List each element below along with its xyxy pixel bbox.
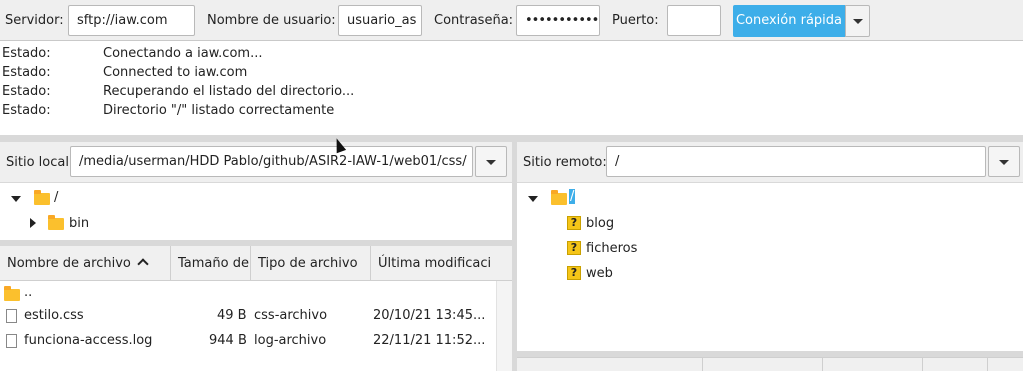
file-type: log-archivo: [254, 333, 327, 348]
tree-node-label: /: [54, 190, 59, 205]
folder-icon: [34, 190, 50, 205]
unknown-folder-icon: ?: [567, 216, 581, 230]
password-input[interactable]: •••••••••••••: [516, 5, 600, 36]
column-divider: [822, 358, 823, 371]
unknown-folder-icon: ?: [567, 241, 581, 255]
chevron-down-icon: [852, 19, 863, 24]
file-size: 944 B: [209, 333, 247, 348]
remote-site-input[interactable]: /: [606, 146, 986, 177]
tree-node-label: bin: [69, 216, 90, 231]
remote-directory-tree: / ? blog ? ficheros ? web: [517, 183, 1023, 351]
column-divider: [702, 358, 703, 371]
log-message: Connected to iaw.com: [103, 65, 248, 80]
remote-site-label: Sitio remoto:: [523, 155, 607, 170]
file-size: 49 B: [217, 308, 247, 323]
quickconnect-bar: Servidor: sftp://iaw.com Nombre de usuar…: [0, 0, 1023, 40]
username-input[interactable]: usuario_as: [338, 5, 422, 36]
local-site-bar: Sitio local: /media/userman/HDD Pablo/gi…: [0, 142, 512, 182]
file-modified: 20/10/21 13:45...: [373, 308, 486, 323]
column-header-size[interactable]: Tamaño de a: [171, 246, 251, 281]
local-site-label: Sitio local:: [6, 155, 74, 170]
tree-node-root[interactable]: /: [517, 187, 717, 209]
tree-node-label: blog: [586, 216, 615, 231]
log-status-label: Estado:: [2, 65, 51, 80]
folder-icon: [551, 190, 567, 205]
log-message: Recuperando el listado del directorio...: [103, 84, 355, 99]
quickconnect-history-dropdown[interactable]: [845, 5, 870, 37]
chevron-down-icon: [486, 159, 496, 165]
log-status-label: Estado:: [2, 103, 51, 118]
column-header-filename[interactable]: Nombre de archivo: [0, 246, 171, 281]
expand-arrow-icon[interactable]: [528, 196, 538, 202]
collapse-arrow-icon[interactable]: [30, 218, 36, 228]
quickconnect-button[interactable]: Conexión rápida: [733, 5, 845, 37]
unknown-folder-icon: ?: [567, 266, 581, 280]
tree-node-blog[interactable]: ? blog: [517, 213, 717, 235]
column-header-modified[interactable]: Última modificación: [371, 246, 491, 281]
log-status-label: Estado:: [2, 46, 51, 61]
file-modified: 22/11/21 11:52...: [373, 333, 486, 348]
password-label: Contraseña:: [434, 13, 514, 28]
column-header-label: Nombre de archivo: [7, 256, 131, 271]
file-row[interactable]: estilo.css 49 B css-archivo 20/10/21 13:…: [0, 304, 496, 329]
column-divider: [922, 358, 923, 371]
column-header-type[interactable]: Tipo de archivo: [251, 246, 371, 281]
tree-node-ficheros[interactable]: ? ficheros: [517, 238, 717, 260]
folder-icon: [48, 215, 64, 230]
tree-node-web[interactable]: ? web: [517, 263, 717, 285]
port-input[interactable]: [667, 5, 721, 36]
message-log: Estado: Conectando a iaw.com... Estado: …: [0, 40, 1023, 135]
tree-node-label: web: [586, 266, 613, 281]
vertical-scrollbar[interactable]: [496, 281, 512, 371]
tree-node-bin[interactable]: bin: [0, 212, 200, 234]
column-divider: [987, 358, 988, 371]
log-message: Conectando a iaw.com...: [103, 46, 263, 61]
file-row[interactable]: funciona-access.log 944 B log-archivo 22…: [0, 329, 496, 354]
local-file-list: Nombre de archivo Tamaño de a Tipo de ar…: [0, 246, 512, 371]
file-name: estilo.css: [24, 308, 84, 323]
tree-node-label-selected: /: [569, 189, 576, 204]
file-type: css-archivo: [254, 308, 328, 323]
file-icon: [6, 309, 17, 323]
tree-node-root[interactable]: /: [0, 187, 200, 209]
file-row-parent[interactable]: ..: [0, 281, 496, 306]
file-name: funciona-access.log: [24, 333, 153, 348]
file-icon: [6, 334, 17, 348]
chevron-down-icon: [999, 159, 1009, 165]
tree-node-label: ficheros: [586, 241, 638, 256]
sort-ascending-icon: [137, 258, 149, 270]
local-site-input[interactable]: /media/userman/HDD Pablo/github/ASIR2-IA…: [70, 146, 473, 177]
remote-site-bar: Sitio remoto: /: [517, 142, 1023, 182]
local-site-dropdown[interactable]: [475, 146, 507, 177]
file-name: ..: [24, 285, 33, 300]
expand-arrow-icon[interactable]: [11, 196, 21, 202]
file-list-header: Nombre de archivo Tamaño de a Tipo de ar…: [0, 246, 512, 281]
log-status-label: Estado:: [2, 84, 51, 99]
port-label: Puerto:: [612, 13, 659, 28]
log-message: Directorio "/" listado correctamente: [103, 103, 335, 118]
local-directory-tree: / bin: [0, 183, 512, 240]
remote-site-dropdown[interactable]: [988, 146, 1020, 177]
server-input[interactable]: sftp://iaw.com: [68, 5, 195, 36]
remote-file-list-header: [517, 357, 1023, 371]
username-label: Nombre de usuario:: [207, 13, 336, 28]
server-label: Servidor:: [5, 13, 64, 28]
folder-icon: [4, 286, 20, 301]
